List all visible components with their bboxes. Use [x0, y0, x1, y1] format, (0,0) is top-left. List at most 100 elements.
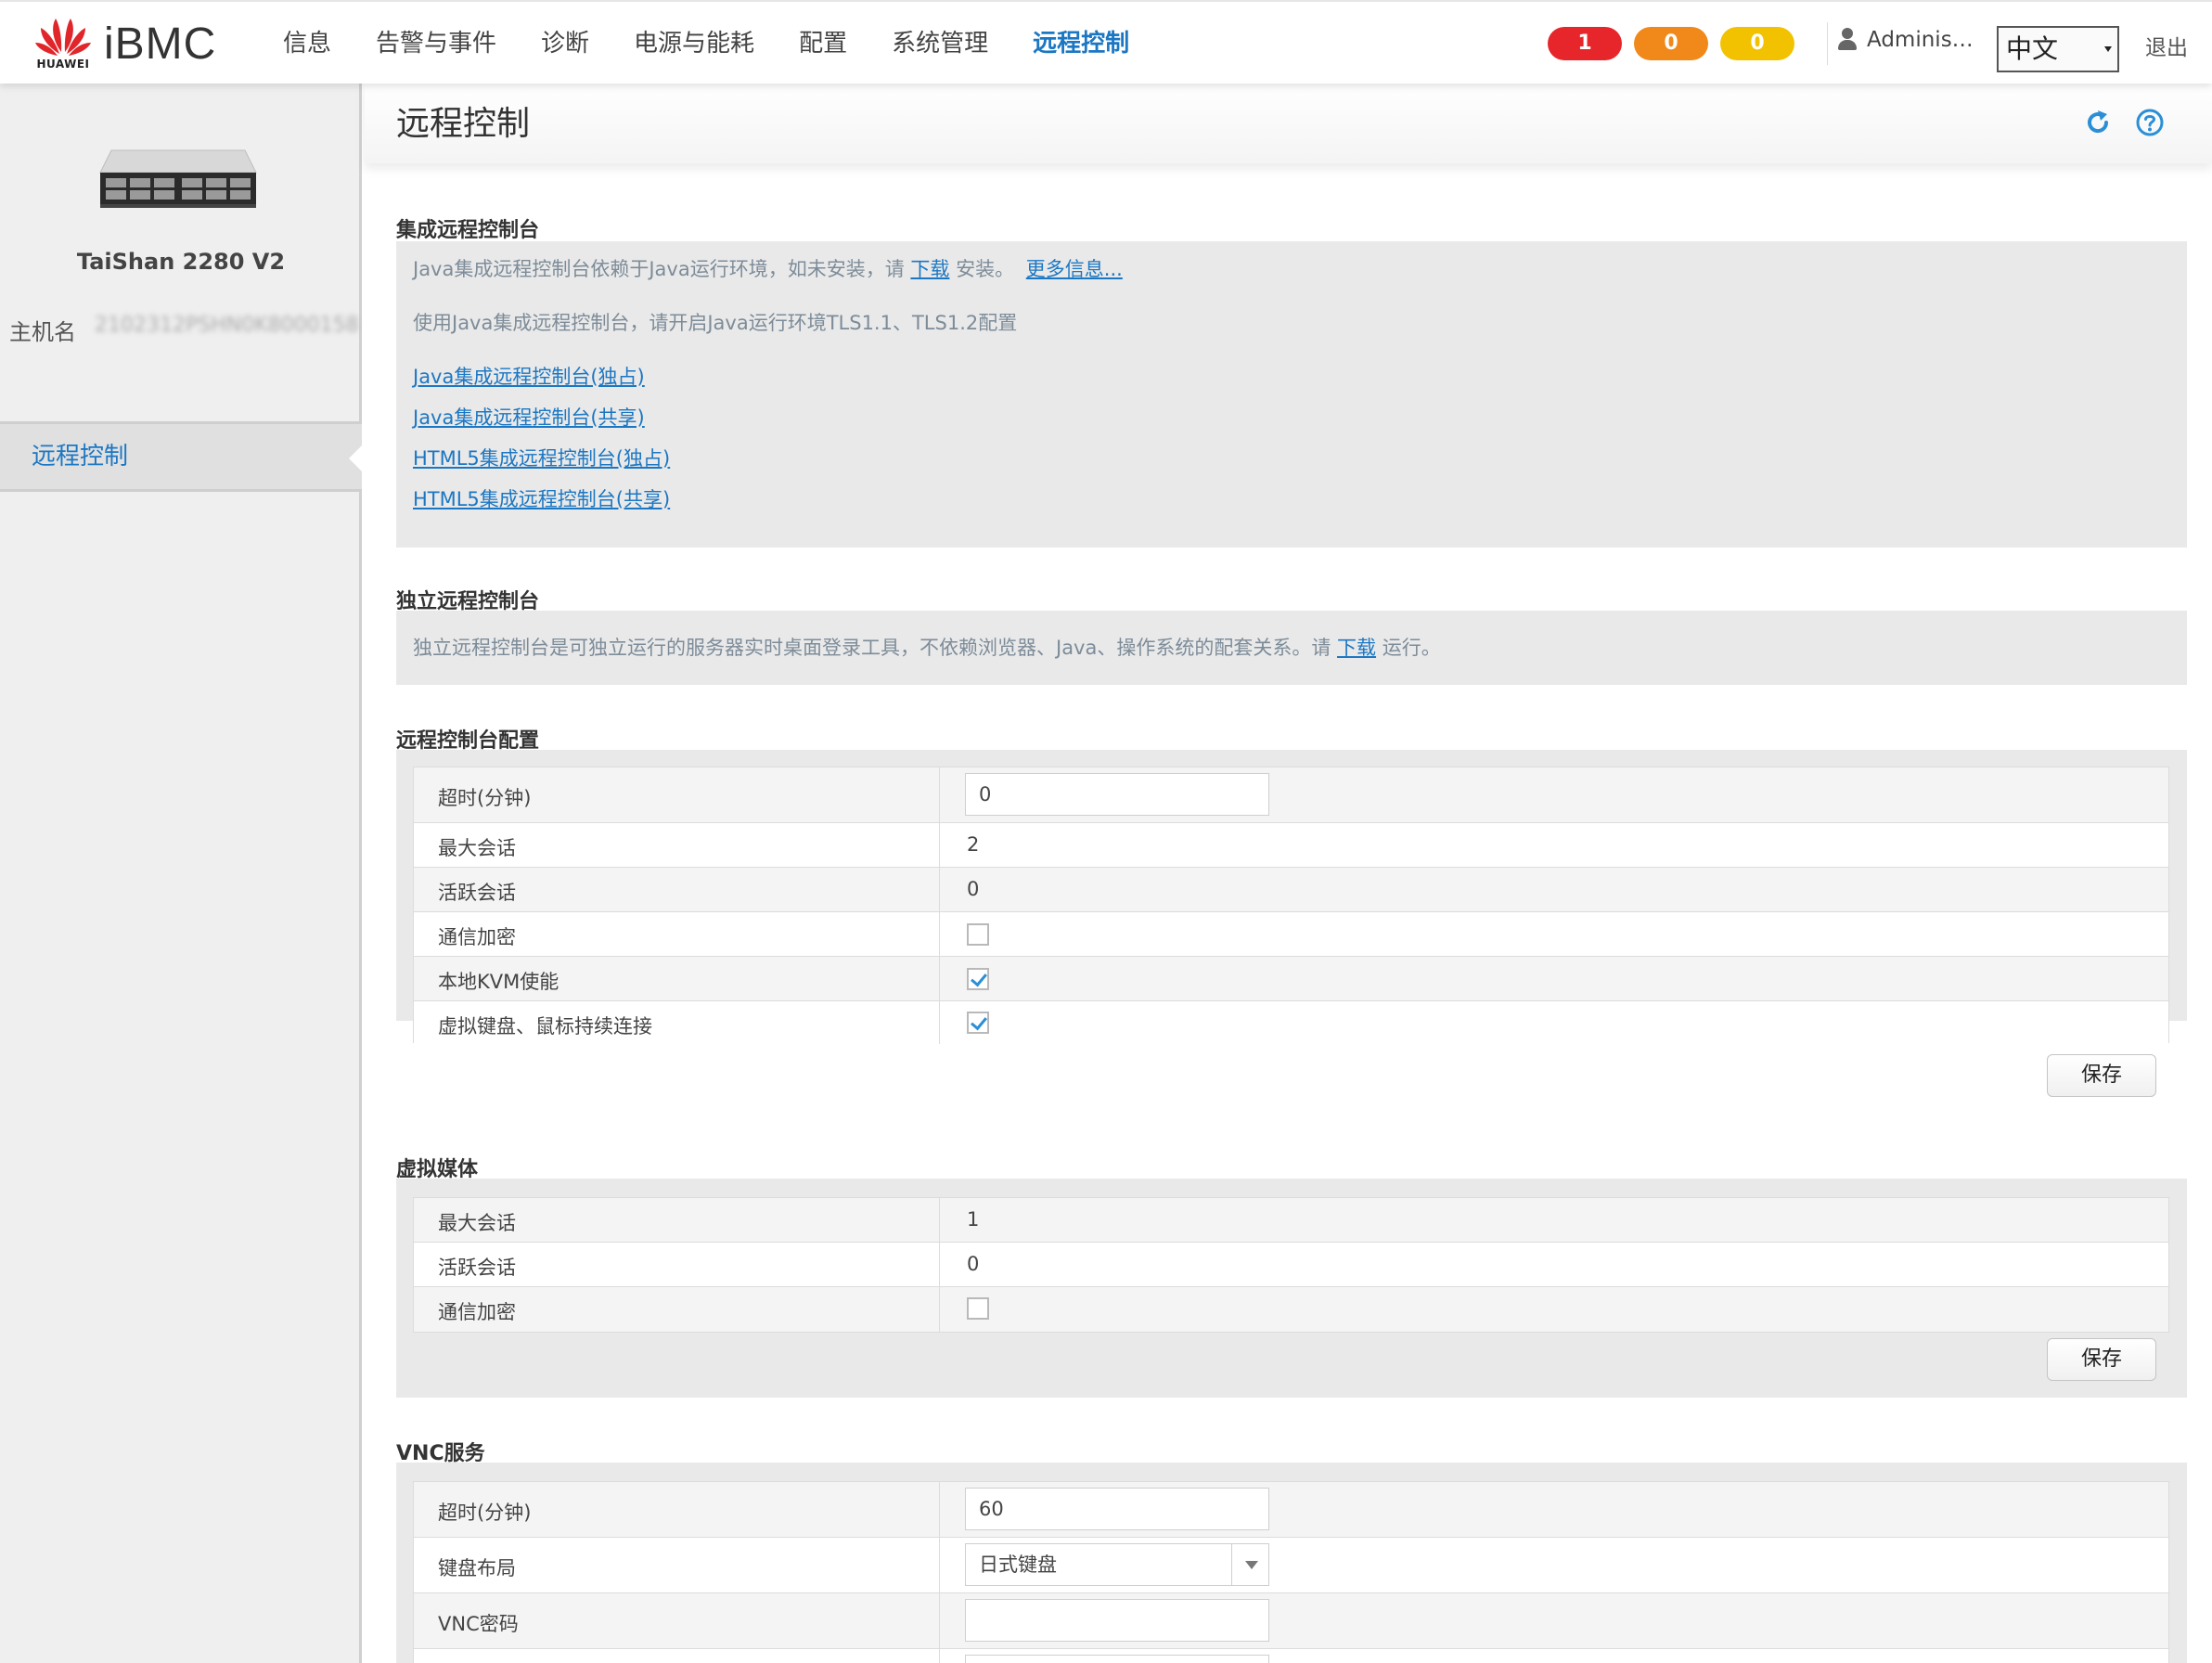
vnc-table: 超时(分钟) 60 键盘布局 日式键盘 VNC密码	[413, 1481, 2169, 1663]
table-row: 本地KVM使能	[414, 957, 2168, 1001]
max-sessions-label: 最大会话	[438, 837, 516, 859]
console-config-table: 超时(分钟) 0 最大会话 2 活跃会话 0 通信加密 本地KVM使能 虚拟键盘…	[413, 767, 2169, 1044]
table-row: 最大会话 2	[414, 823, 2168, 868]
timeout-label: 超时(分钟)	[438, 787, 532, 809]
active-sessions-label: 活跃会话	[438, 882, 516, 904]
table-row: VNC密码	[414, 1593, 2168, 1649]
major-alert-badge[interactable]: 0	[1634, 27, 1708, 60]
nav-configuration[interactable]: 配置	[777, 2, 869, 85]
hostname-value: 2102312PSHN0K8000158	[95, 314, 359, 337]
virtual-media-panel: 最大会话 1 活跃会话 0 通信加密 保存	[396, 1179, 2187, 1398]
nav-remote-control[interactable]: 远程控制	[1010, 2, 1151, 85]
table-row: 通信加密	[414, 1287, 2168, 1332]
critical-alert-badge[interactable]: 1	[1548, 27, 1622, 60]
minor-alert-badge[interactable]: 0	[1720, 27, 1794, 60]
table-row	[414, 1649, 2168, 1663]
java-console-shared-link[interactable]: Java集成远程控制台(共享)	[413, 403, 645, 431]
max-sessions-value: 2	[967, 833, 980, 856]
vm-max-sessions-label: 最大会话	[438, 1212, 516, 1234]
page-title: 远程控制	[396, 105, 531, 143]
sidebar-item-label: 远程控制	[32, 443, 129, 471]
nav-alarms-events[interactable]: 告警与事件	[354, 2, 519, 85]
nav-info[interactable]: 信息	[261, 2, 354, 85]
java-console-exclusive-link[interactable]: Java集成远程控制台(独占)	[413, 362, 645, 390]
sidebar-item-remote-control[interactable]: 远程控制	[0, 421, 365, 492]
keyboard-layout-label: 键盘布局	[438, 1557, 516, 1579]
huawei-wordmark: HUAWEI	[36, 58, 90, 71]
standalone-text-suffix: 运行。	[1382, 637, 1441, 659]
table-row: 虚拟键盘、鼠标持续连接	[414, 1001, 2168, 1044]
integrated-console-title: 集成远程控制台	[396, 219, 540, 242]
sidebar: TaiShan 2280 V2 主机名 2102312PSHN0K8000158…	[0, 84, 365, 1663]
vnc-field-partial[interactable]	[965, 1655, 1269, 1663]
table-row: 超时(分钟) 0	[414, 767, 2168, 823]
vnc-timeout-label: 超时(分钟)	[438, 1502, 532, 1524]
console-config-save-button[interactable]: 保存	[2047, 1054, 2156, 1097]
virtual-media-save-button[interactable]: 保存	[2047, 1338, 2156, 1381]
vnc-password-label: VNC密码	[438, 1613, 519, 1635]
alert-badges: 1 0 0	[1548, 27, 1807, 60]
console-timeout-input[interactable]: 0	[965, 773, 1269, 816]
server-model: TaiShan 2280 V2	[76, 249, 286, 275]
console-encryption-checkbox[interactable]	[967, 923, 989, 946]
top-bar: HUAWEI iBMC 信息 告警与事件 诊断 电源与能耗 配置 系统管理 远程…	[0, 0, 2212, 84]
chevron-down-icon	[1231, 1544, 1268, 1585]
java-download-link[interactable]: 下载	[910, 258, 949, 280]
standalone-download-link[interactable]: 下载	[1337, 637, 1376, 659]
server-image	[99, 149, 257, 208]
vm-max-sessions-value: 1	[967, 1208, 980, 1231]
nav-power-energy[interactable]: 电源与能耗	[611, 2, 777, 85]
persistent-connection-checkbox[interactable]	[967, 1012, 989, 1034]
user-icon	[1837, 28, 1858, 52]
java-requirement-prefix: Java集成远程控制台依赖于Java运行环境，如未安装，请	[413, 258, 905, 280]
user-name: Adminis…	[1867, 28, 1974, 52]
logout-link[interactable]: 退出	[2145, 30, 2188, 61]
integrated-console-panel: Java集成远程控制台依赖于Java运行环境，如未安装，请 下载 安装。 更多信…	[396, 241, 2187, 548]
help-icon[interactable]	[2135, 108, 2165, 137]
vnc-password-input[interactable]	[965, 1599, 1269, 1642]
more-info-link[interactable]: 更多信息...	[1026, 258, 1123, 280]
hostname-label: 主机名	[9, 319, 76, 345]
tls-hint-text: 使用Java集成远程控制台，请开启Java运行环境TLS1.1、TLS1.2配置	[413, 312, 1018, 334]
main-nav: 信息 告警与事件 诊断 电源与能耗 配置 系统管理 远程控制	[261, 2, 1151, 85]
chevron-down-icon	[2104, 46, 2112, 52]
java-requirement-text: Java集成远程控制台依赖于Java运行环境，如未安装，请 下载 安装。 更多信…	[413, 254, 1123, 282]
console-config-panel: 超时(分钟) 0 最大会话 2 活跃会话 0 通信加密 本地KVM使能 虚拟键盘…	[396, 750, 2187, 1044]
table-row: 最大会话 1	[414, 1198, 2168, 1243]
nav-diagnostics[interactable]: 诊断	[519, 2, 611, 85]
active-sessions-value: 0	[967, 878, 980, 900]
standalone-console-panel: 独立远程控制台是可独立运行的服务器实时桌面登录工具，不依赖浏览器、Java、操作…	[396, 611, 2187, 685]
vnc-panel: 超时(分钟) 60 键盘布局 日式键盘 VNC密码	[396, 1463, 2187, 1663]
vm-encryption-checkbox[interactable]	[967, 1297, 989, 1320]
vm-active-sessions-label: 活跃会话	[438, 1257, 516, 1279]
nav-system-management[interactable]: 系统管理	[869, 2, 1010, 85]
java-requirement-suffix: 安装。	[956, 258, 1015, 280]
table-row: 超时(分钟) 60	[414, 1482, 2168, 1538]
standalone-text-prefix: 独立远程控制台是可独立运行的服务器实时桌面登录工具，不依赖浏览器、Java、操作…	[413, 637, 1331, 659]
keyboard-layout-value: 日式键盘	[979, 1553, 1057, 1576]
virtual-media-table: 最大会话 1 活跃会话 0 通信加密	[413, 1197, 2169, 1333]
vm-active-sessions-value: 0	[967, 1253, 980, 1275]
table-row: 活跃会话 0	[414, 868, 2168, 912]
page-header: 远程控制	[365, 84, 2212, 163]
user-menu[interactable]: Adminis…	[1837, 28, 1974, 52]
vnc-timeout-input[interactable]: 60	[965, 1488, 1269, 1530]
local-kvm-checkbox[interactable]	[967, 968, 989, 990]
language-value: 中文	[2006, 33, 2059, 64]
html5-console-exclusive-link[interactable]: HTML5集成远程控制台(独占)	[413, 444, 670, 471]
html5-console-shared-link[interactable]: HTML5集成远程控制台(共享)	[413, 484, 670, 512]
header-divider	[1827, 22, 1828, 65]
persistent-connection-label: 虚拟键盘、鼠标持续连接	[438, 1015, 652, 1038]
language-select[interactable]: 中文	[1997, 26, 2119, 72]
keyboard-layout-select[interactable]: 日式键盘	[965, 1543, 1269, 1586]
refresh-icon[interactable]	[2083, 108, 2113, 137]
standalone-console-text: 独立远程控制台是可独立运行的服务器实时桌面登录工具，不依赖浏览器、Java、操作…	[413, 633, 1441, 661]
active-indicator	[349, 443, 365, 474]
product-name: iBMC	[104, 19, 217, 69]
table-row: 通信加密	[414, 912, 2168, 957]
table-row: 键盘布局 日式键盘	[414, 1538, 2168, 1593]
vm-encryption-label: 通信加密	[438, 1301, 516, 1323]
local-kvm-label: 本地KVM使能	[438, 971, 559, 993]
table-row: 活跃会话 0	[414, 1243, 2168, 1287]
main-content: 远程控制 集成远程控制台 Java集成远程控制台依赖于Java运行环境，如未安装…	[365, 84, 2212, 1663]
